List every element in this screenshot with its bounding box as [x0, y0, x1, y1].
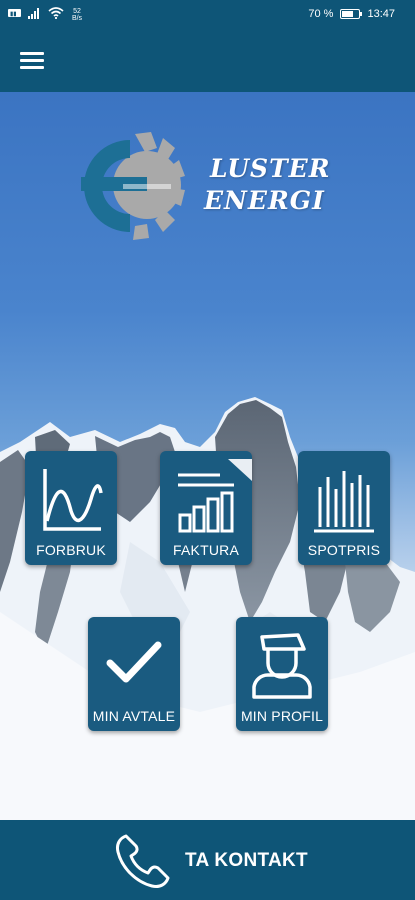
- contact-label: TA KONTAKT: [185, 850, 308, 871]
- battery-icon: [340, 9, 363, 19]
- tile-label: SPOTPRIS: [307, 542, 381, 558]
- app-bar: [0, 30, 415, 92]
- tile-label: FAKTURA: [173, 542, 239, 558]
- brand-line-1: LUSTER: [210, 154, 331, 183]
- tile-spotpris[interactable]: SPOTPRIS: [298, 451, 390, 565]
- network-speed: 52 B/s: [71, 7, 83, 22]
- tile-min-profil[interactable]: MIN PROFIL: [236, 617, 328, 731]
- chart-line-icon: [43, 469, 103, 531]
- status-bar: ▮▮ 52 B/s 70 % 13:47: [0, 0, 415, 30]
- svg-text:▮▮: ▮▮: [10, 12, 17, 18]
- tile-forbruk[interactable]: FORBRUK: [25, 451, 117, 565]
- menu-icon[interactable]: [20, 52, 44, 70]
- tile-faktura[interactable]: FAKTURA: [160, 451, 252, 565]
- invoice-bar-icon: [178, 459, 252, 533]
- tile-min-avtale[interactable]: MIN AVTALE: [88, 617, 180, 731]
- signal-icon: [28, 7, 42, 22]
- spot-price-bars-icon: [314, 471, 374, 533]
- contact-button[interactable]: TA KONTAKT: [0, 820, 415, 900]
- clock: 13:47: [367, 8, 395, 20]
- tile-label: MIN AVTALE: [92, 708, 176, 724]
- brand-line-2: ENERGI: [204, 186, 325, 215]
- hero-background: LUSTER ENERGI FORBRUK FAKTURA SPOTPRIS M…: [0, 92, 415, 820]
- status-right: 70 % 13:47: [308, 8, 395, 20]
- checkmark-icon: [106, 641, 162, 683]
- tile-label: FORBRUK: [36, 542, 106, 558]
- profile-icon: [252, 633, 312, 699]
- phone-icon: [116, 834, 170, 888]
- battery-percent: 70 %: [308, 8, 334, 20]
- status-left: ▮▮ 52 B/s: [8, 7, 84, 22]
- tile-label: MIN PROFIL: [240, 708, 324, 724]
- wifi-icon: [48, 7, 64, 22]
- sim-icon: ▮▮: [8, 8, 22, 21]
